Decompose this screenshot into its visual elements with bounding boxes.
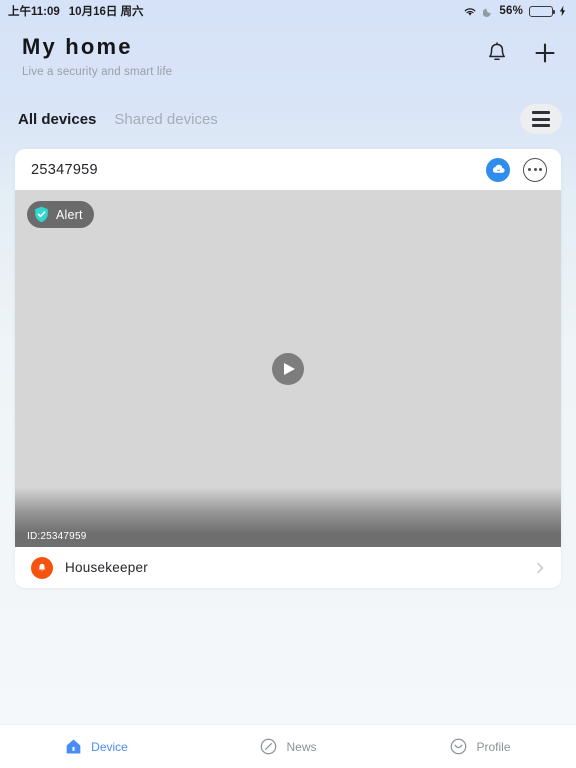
home-icon <box>66 739 81 754</box>
status-time: 上午11:09 <box>8 6 60 18</box>
status-badge-label: Alert <box>56 207 83 222</box>
cloud-icon[interactable] <box>486 157 510 182</box>
menu-bar-1 <box>532 111 550 115</box>
battery-icon <box>529 5 556 17</box>
status-badge[interactable]: Alert <box>27 201 94 229</box>
play-icon[interactable] <box>272 352 304 385</box>
play-triangle <box>284 362 295 375</box>
bottom-navigation: Device News Profile <box>0 724 576 768</box>
compass-icon <box>261 738 277 755</box>
menu-bar-2 <box>532 117 550 121</box>
page-subtitle: Live a security and smart life <box>22 66 173 79</box>
smiley-icon <box>451 738 467 755</box>
device-card-header: 25347959 <box>15 149 561 190</box>
nav-item-news[interactable]: News <box>192 737 384 756</box>
moon-icon <box>483 8 492 17</box>
status-bar-right: 56% <box>463 5 566 17</box>
nav-item-profile[interactable]: Profile <box>384 737 576 756</box>
tab-all-devices[interactable]: All devices <box>18 111 96 128</box>
tab-bar: All devices Shared devices <box>0 104 576 135</box>
device-name: 25347959 <box>31 161 98 178</box>
chevron-right-icon[interactable] <box>533 561 547 575</box>
wifi-icon <box>464 7 476 16</box>
nav-label-news: News <box>286 739 317 754</box>
dot-2 <box>533 168 537 172</box>
housekeeper-left: Housekeeper <box>31 556 149 579</box>
page-title: My home <box>22 34 133 59</box>
nav-item-device[interactable]: Device <box>0 737 192 756</box>
more-options-icon[interactable] <box>523 157 547 182</box>
page-header: My home Live a security and smart life <box>0 22 576 78</box>
video-bottom-gradient <box>15 487 561 548</box>
battery-percent: 56% <box>499 5 523 17</box>
status-date: 10月16日 周六 <box>68 6 144 18</box>
status-bar-left: 上午11:09 10月16日 周六 <box>8 3 144 19</box>
shield-check-icon <box>35 207 48 223</box>
menu-bar-3 <box>532 124 550 128</box>
nav-label-device: Device <box>91 739 128 754</box>
header-actions <box>484 34 558 66</box>
video-device-id: ID:25347959 <box>27 531 87 543</box>
dot-1 <box>528 168 532 172</box>
housekeeper-row[interactable]: Housekeeper <box>15 547 561 588</box>
cloud-glyph <box>492 165 505 174</box>
nav-label-profile: Profile <box>476 739 511 754</box>
hamburger-menu-icon[interactable] <box>520 104 562 135</box>
dot-3 <box>538 168 542 172</box>
charging-bolt-icon <box>559 5 566 17</box>
status-bar: 上午11:09 10月16日 周六 56% <box>0 0 576 22</box>
bell-glyph <box>38 563 46 572</box>
plus-icon[interactable] <box>532 40 558 66</box>
bell-icon <box>31 556 53 579</box>
tab-shared-devices[interactable]: Shared devices <box>114 111 217 128</box>
header-text-block: My home Live a security and smart life <box>22 34 172 78</box>
bell-icon[interactable] <box>484 40 510 66</box>
tab-list: All devices Shared devices <box>18 111 218 128</box>
housekeeper-label: Housekeeper <box>65 560 149 576</box>
camera-preview[interactable]: Alert ID:25347959 <box>15 190 561 548</box>
device-card: 25347959 Alert ID:25347959 Housekeeper <box>15 149 561 589</box>
device-card-actions <box>486 157 547 182</box>
